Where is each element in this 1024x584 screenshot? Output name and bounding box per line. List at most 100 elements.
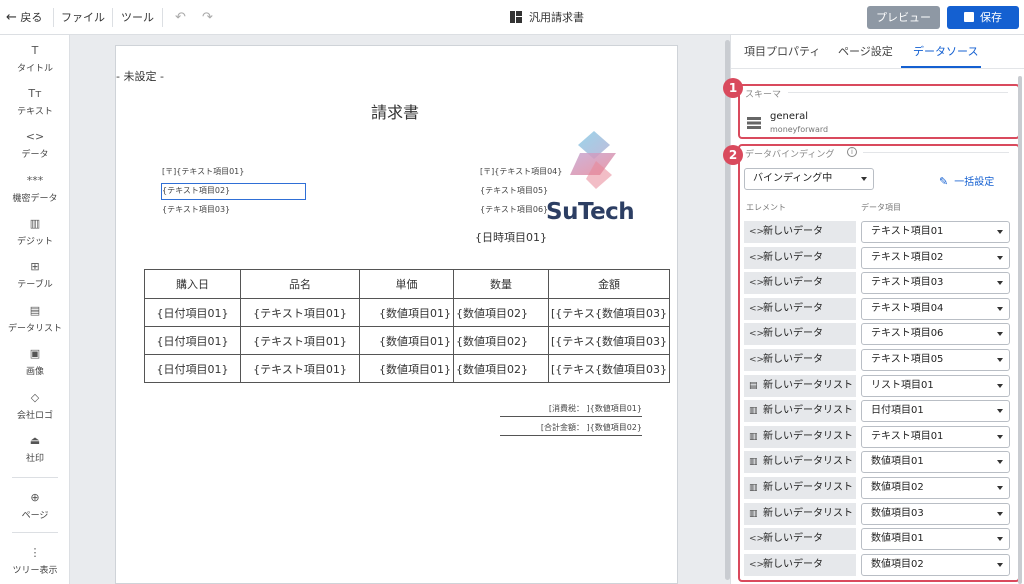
pencil-icon: ✎ bbox=[939, 175, 949, 188]
info-icon[interactable]: i bbox=[847, 147, 857, 157]
tab-item-properties[interactable]: 項目プロパティ bbox=[744, 43, 820, 59]
binding-element-label: ▥ 新しいデータリスト bbox=[744, 400, 856, 423]
tool-datalist[interactable]: ▤ データリスト bbox=[0, 303, 70, 334]
company-logo-icon[interactable] bbox=[566, 131, 636, 199]
list-icon: ▤ bbox=[749, 380, 758, 391]
table-cell: {日付項目01} bbox=[144, 326, 241, 355]
total-line[interactable]: [合計金額： ]{数値項目02} bbox=[500, 422, 642, 436]
table-row[interactable]: {日付項目01} {テキスト項目01} {数値項目01} {数値項目02} [{… bbox=[144, 354, 670, 383]
bulk-settings-button[interactable]: ✎ 一括設定 bbox=[939, 173, 994, 188]
data-item-select[interactable]: 数値項目01 bbox=[861, 451, 1010, 474]
table-cell: [{テキス{数値項目03} bbox=[548, 298, 670, 327]
binding-row[interactable]: <>新しいデータ テキスト項目06 bbox=[744, 323, 1010, 346]
binding-row[interactable]: ▥ 新しいデータリスト テキスト項目01 bbox=[744, 425, 1010, 448]
caret-down-icon bbox=[997, 383, 1003, 388]
tool-digit[interactable]: ▥ デジット bbox=[0, 216, 70, 247]
binding-row[interactable]: ▥ 新しいデータリスト 数値項目02 bbox=[744, 477, 1010, 499]
redo-icon[interactable]: ↷ bbox=[202, 0, 213, 35]
menu-tool[interactable]: ツール bbox=[121, 0, 154, 35]
code-icon: <> bbox=[749, 278, 765, 289]
binding-element-label: ▥ 新しいデータリスト bbox=[744, 477, 856, 499]
date-field[interactable]: {日時項目01} bbox=[475, 229, 547, 245]
code-icon: <> bbox=[25, 130, 45, 143]
data-item-select[interactable]: 数値項目02 bbox=[861, 553, 1010, 576]
tool-company-logo[interactable]: ◇ 会社ロゴ bbox=[0, 390, 70, 421]
left-field-3[interactable]: {テキスト項目03} bbox=[162, 204, 230, 215]
binding-row[interactable]: ▥ 新しいデータリスト 日付項目01 bbox=[744, 400, 1010, 423]
tool-data[interactable]: <> データ bbox=[0, 129, 70, 160]
data-item-select[interactable]: 数値項目01 bbox=[861, 528, 1010, 551]
data-item-select[interactable]: 日付項目01 bbox=[861, 400, 1010, 423]
binding-row[interactable]: ▤ 新しいデータリスト リスト項目01 bbox=[744, 374, 1010, 397]
right-field-3[interactable]: {テキスト項目06} bbox=[480, 204, 548, 215]
tool-secret-data[interactable]: *** 機密データ bbox=[0, 173, 70, 204]
invoice-table[interactable]: 購入日 品名 単価 数量 金額 {日付項目01} {テキスト項目01} {数値項… bbox=[144, 269, 670, 383]
divider bbox=[112, 8, 113, 27]
tool-image[interactable]: ▣ 画像 bbox=[0, 346, 70, 377]
data-item-select[interactable]: テキスト項目01 bbox=[861, 221, 1010, 243]
data-item-select[interactable]: テキスト項目01 bbox=[861, 425, 1010, 448]
divider bbox=[53, 8, 54, 27]
undo-icon[interactable]: ↶ bbox=[175, 0, 186, 35]
table-header-cell: 単価 bbox=[359, 269, 454, 299]
divider bbox=[12, 477, 58, 478]
right-field-2[interactable]: {テキスト項目05} bbox=[480, 185, 548, 196]
binding-row[interactable]: <>新しいデータ テキスト項目04 bbox=[744, 297, 1010, 320]
tool-page[interactable]: ⊕ ページ bbox=[0, 490, 70, 521]
grid-icon: ▥ bbox=[749, 483, 758, 493]
binding-status-select[interactable]: バインディング中 bbox=[744, 168, 874, 190]
tool-title[interactable]: T タイトル bbox=[0, 43, 70, 74]
tab-data-source[interactable]: データソース bbox=[913, 43, 978, 59]
binding-row[interactable]: ▥ 新しいデータリスト 数値項目03 bbox=[744, 502, 1010, 525]
grid-icon: ▥ bbox=[749, 431, 758, 442]
logo-text: SuTech bbox=[546, 199, 635, 225]
binding-row[interactable]: <>新しいデータ テキスト項目05 bbox=[744, 349, 1010, 371]
menu-file[interactable]: ファイル bbox=[61, 0, 105, 35]
grid-icon: ▥ bbox=[749, 508, 758, 519]
tool-text[interactable]: Tт テキスト bbox=[0, 86, 70, 117]
tool-company-stamp[interactable]: ⏏ 社印 bbox=[0, 433, 70, 464]
grid-icon: ▥ bbox=[749, 457, 758, 468]
back-button[interactable]: ← 戻る bbox=[6, 0, 42, 35]
binding-row[interactable]: <>新しいデータ テキスト項目01 bbox=[744, 221, 1010, 243]
tool-tree-view[interactable]: ⋮ ツリー表示 bbox=[0, 545, 70, 576]
binding-element-label: ▥ 新しいデータリスト bbox=[744, 451, 856, 474]
invoice-page[interactable]: - 未設定 - 請求書 [〒]{テキスト項目01} {テキスト項目02} {テキ… bbox=[115, 45, 678, 584]
right-field-1[interactable]: [〒]{テキスト項目04} bbox=[480, 166, 562, 177]
binding-element-label: <>新しいデータ bbox=[744, 528, 856, 551]
data-item-select[interactable]: 数値項目03 bbox=[861, 502, 1010, 525]
data-item-select[interactable]: テキスト項目05 bbox=[861, 349, 1010, 371]
binding-row[interactable]: <>新しいデータ テキスト項目02 bbox=[744, 246, 1010, 269]
binding-row[interactable]: <>新しいデータ テキスト項目03 bbox=[744, 272, 1010, 295]
tool-table[interactable]: ⊞ テーブル bbox=[0, 259, 70, 290]
data-item-select[interactable]: テキスト項目06 bbox=[861, 323, 1010, 346]
save-button[interactable]: 保存 bbox=[947, 6, 1019, 29]
panel-scrollbar[interactable] bbox=[1018, 76, 1022, 584]
digit-icon: ▥ bbox=[29, 217, 41, 230]
tab-page-settings[interactable]: ページ設定 bbox=[838, 43, 893, 59]
binding-row[interactable]: <>新しいデータ 数値項目01 bbox=[744, 528, 1010, 551]
tax-line[interactable]: [消費税： ]{数値項目01} bbox=[500, 403, 642, 417]
stamp-icon: ⏏ bbox=[29, 434, 41, 447]
code-icon: <> bbox=[749, 534, 765, 545]
invoice-title[interactable]: 請求書 bbox=[371, 99, 419, 123]
data-item-select[interactable]: テキスト項目02 bbox=[861, 246, 1010, 269]
left-field-1[interactable]: [〒]{テキスト項目01} bbox=[162, 166, 244, 177]
table-row[interactable]: {日付項目01} {テキスト項目01} {数値項目01} {数値項目02} [{… bbox=[144, 326, 670, 355]
preview-button[interactable]: プレビュー bbox=[867, 6, 940, 29]
data-item-select[interactable]: リスト項目01 bbox=[861, 374, 1010, 397]
properties-panel: 項目プロパティ ページ設定 データソース 1 スキーマ general mone… bbox=[723, 35, 1024, 584]
table-row[interactable]: {日付項目01} {テキスト項目01} {数値項目01} {数値項目02} [{… bbox=[144, 298, 670, 327]
caret-down-icon bbox=[997, 562, 1003, 567]
binding-row[interactable]: <>新しいデータ 数値項目02 bbox=[744, 553, 1010, 576]
schema-name[interactable]: general bbox=[770, 111, 808, 122]
selection-box[interactable] bbox=[161, 183, 306, 200]
caret-down-icon bbox=[997, 255, 1003, 260]
floppy-icon bbox=[964, 12, 974, 22]
binding-row[interactable]: ▥ 新しいデータリスト 数値項目01 bbox=[744, 451, 1010, 474]
column-item-header: データ項目 bbox=[861, 203, 901, 212]
table-cell: {数値項目01} bbox=[359, 326, 454, 355]
data-item-select[interactable]: 数値項目02 bbox=[861, 477, 1010, 499]
data-item-select[interactable]: テキスト項目03 bbox=[861, 272, 1010, 295]
data-item-select[interactable]: テキスト項目04 bbox=[861, 297, 1010, 320]
